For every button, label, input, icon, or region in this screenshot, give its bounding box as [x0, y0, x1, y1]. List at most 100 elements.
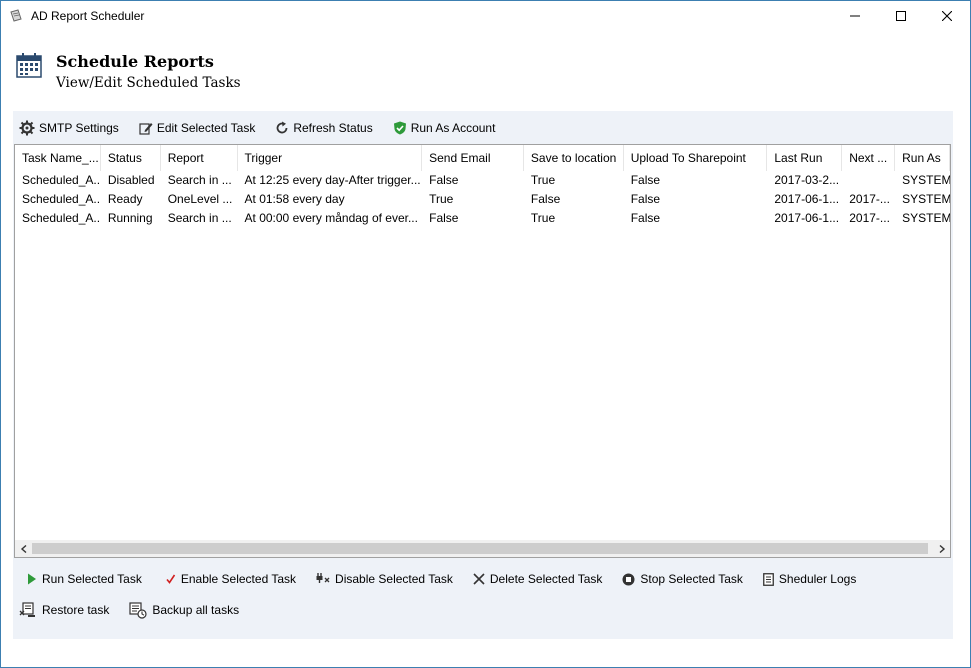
scroll-left-button[interactable] [15, 540, 32, 557]
edit-icon [139, 123, 153, 135]
column-header-trigger[interactable]: Trigger [238, 145, 423, 171]
page-title: Schedule Reports [56, 52, 214, 71]
stop-selected-task-button[interactable]: Stop Selected Task [622, 572, 743, 586]
restore-task-label: Restore task [42, 603, 110, 617]
cell-trigger: At 01:58 every day [244, 192, 345, 206]
cell-status: Ready [107, 192, 143, 206]
cell-run-as: SYSTEM [902, 211, 950, 225]
cell-save-to-location: True [530, 173, 556, 187]
gear-icon [19, 120, 35, 136]
enable-selected-task-button[interactable]: Enable Selected Task [166, 572, 296, 586]
smtp-settings-label: SMTP Settings [39, 121, 119, 135]
column-header-send-email[interactable]: Send Email [422, 145, 524, 171]
unplug-icon [316, 573, 330, 583]
column-header-next-run[interactable]: Next ... [842, 145, 896, 171]
column-header-run-as[interactable]: Run As [895, 145, 950, 171]
window-title: AD Report Scheduler [31, 9, 145, 23]
cell-send-email: True [429, 192, 454, 206]
cell-upload-to-sharepoint: False [630, 173, 661, 187]
cell-trigger: At 12:25 every day-After trigger... [244, 173, 421, 187]
backup-actions-row: Restore task Backup all tasks [19, 601, 259, 619]
cell-upload-to-sharepoint: False [630, 192, 661, 206]
table-row[interactable]: Scheduled_A... Running Search in ... At … [15, 209, 950, 228]
cell-send-email: False [429, 173, 459, 187]
disable-selected-task-label: Disable Selected Task [335, 572, 453, 586]
stop-selected-task-label: Stop Selected Task [640, 572, 743, 586]
cell-save-to-location: True [530, 211, 556, 225]
table-header: Task Name_... Status Report Trigger Send… [15, 145, 950, 171]
cell-last-run: 2017-03-2... [774, 173, 840, 187]
maximize-button[interactable] [878, 1, 924, 31]
cell-run-as: SYSTEM [902, 192, 950, 206]
toolbar: SMTP Settings Edit Selected Task Refresh… [19, 118, 515, 138]
cell-send-email: False [429, 211, 459, 225]
app-icon [9, 9, 23, 23]
column-header-task-name[interactable]: Task Name_... [15, 145, 101, 171]
refresh-status-label: Refresh Status [293, 121, 373, 135]
scheduler-logs-label: Sheduler Logs [778, 572, 857, 586]
run-as-account-label: Run As Account [410, 121, 496, 135]
play-icon [28, 573, 36, 585]
edit-selected-task-button[interactable]: Edit Selected Task [139, 121, 256, 135]
cell-trigger: At 00:00 every måndag of ever... [244, 211, 418, 225]
run-as-account-button[interactable]: Run As Account [393, 121, 496, 135]
cell-status: Disabled [107, 173, 155, 187]
shield-check-icon [393, 121, 406, 135]
cell-last-run: 2017-06-1... [774, 192, 840, 206]
backup-all-tasks-button[interactable]: Backup all tasks [129, 601, 239, 619]
edit-selected-task-label: Edit Selected Task [156, 121, 256, 135]
column-header-upload-to-sharepoint[interactable]: Upload To Sharepoint [624, 145, 768, 171]
restore-icon [19, 602, 35, 617]
restore-task-button[interactable]: Restore task [19, 602, 109, 618]
minimize-button[interactable] [832, 1, 878, 31]
backup-icon [129, 602, 147, 619]
cell-next-run: 2017-... [849, 211, 890, 225]
cell-next-run: 2017-... [849, 192, 890, 206]
stop-icon [622, 573, 635, 585]
cell-task-name: Scheduled_A... [22, 211, 101, 225]
table-row[interactable]: Scheduled_A... Ready OneLevel ... At 01:… [15, 190, 950, 209]
app-window: AD Report Scheduler Schedule Reports Vie… [0, 0, 971, 668]
calendar-icon [16, 52, 42, 78]
chevron-right-icon [939, 544, 945, 553]
disable-selected-task-button[interactable]: Disable Selected Task [316, 572, 453, 586]
column-header-last-run[interactable]: Last Run [767, 145, 843, 171]
backup-all-tasks-label: Backup all tasks [152, 603, 240, 617]
scrollbar-thumb[interactable] [32, 543, 928, 554]
cell-run-as: SYSTEM [902, 173, 950, 187]
cell-upload-to-sharepoint: False [630, 211, 661, 225]
delete-selected-task-button[interactable]: Delete Selected Task [473, 572, 603, 586]
close-icon [942, 11, 952, 21]
column-header-status[interactable]: Status [101, 145, 161, 171]
log-document-icon [763, 572, 774, 586]
maximize-icon [896, 11, 906, 21]
delete-x-icon [473, 573, 485, 585]
column-header-save-to-location[interactable]: Save to location [524, 145, 624, 171]
task-actions-row: Run Selected Task Enable Selected Task D… [27, 571, 876, 587]
cell-task-name: Scheduled_A... [22, 192, 101, 206]
chevron-left-icon [20, 544, 26, 553]
minimize-icon [850, 15, 860, 17]
horizontal-scrollbar[interactable] [15, 540, 950, 557]
smtp-settings-button[interactable]: SMTP Settings [19, 120, 119, 136]
cell-task-name: Scheduled_A... [22, 173, 101, 187]
cell-save-to-location: False [530, 192, 561, 206]
run-selected-task-button[interactable]: Run Selected Task [27, 572, 142, 586]
scheduled-tasks-table[interactable]: Task Name_... Status Report Trigger Send… [14, 144, 951, 558]
scroll-right-button[interactable] [933, 540, 950, 557]
delete-selected-task-label: Delete Selected Task [489, 572, 603, 586]
cell-report: Search in ... [167, 173, 232, 187]
main-panel: SMTP Settings Edit Selected Task Refresh… [13, 111, 953, 639]
scheduler-logs-button[interactable]: Sheduler Logs [763, 572, 856, 586]
run-selected-task-label: Run Selected Task [42, 572, 142, 586]
table-row[interactable]: Scheduled_A... Disabled Search in ... At… [15, 171, 950, 190]
column-header-report[interactable]: Report [161, 145, 238, 171]
cell-report: Search in ... [167, 211, 232, 225]
refresh-status-button[interactable]: Refresh Status [275, 121, 373, 135]
scrollbar-track[interactable] [32, 540, 933, 557]
cell-report: OneLevel ... [167, 192, 233, 206]
cell-status: Running [107, 211, 153, 225]
page-subtitle: View/Edit Scheduled Tasks [56, 75, 241, 91]
title-bar: AD Report Scheduler [1, 1, 970, 31]
close-button[interactable] [924, 1, 970, 31]
